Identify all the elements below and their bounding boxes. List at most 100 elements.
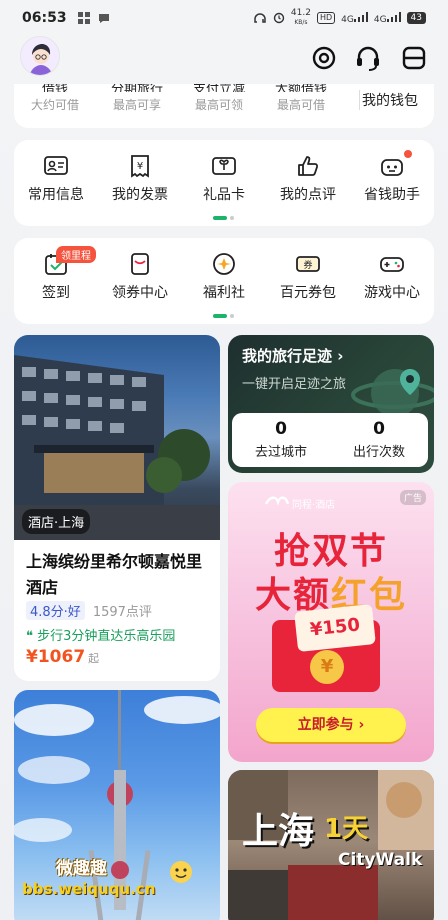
brand-logo-icon xyxy=(264,496,290,506)
status-notification-icons xyxy=(77,11,111,25)
net-speed: 41.2 KB/s xyxy=(291,9,311,27)
status-bar: 06:53 41.2 KB/s HD 4G 4G 43 xyxy=(0,0,448,36)
service-label: 游戏中心 xyxy=(364,285,420,301)
stat-trips-label: 出行次数 xyxy=(352,445,405,460)
wallet-item-sub: 最高可借 xyxy=(276,98,325,112)
service-savings-assistant[interactable]: 省钱助手 xyxy=(350,154,434,204)
service-label: 常用信息 xyxy=(28,187,84,203)
wallet-item-title: 大额借钱 xyxy=(274,84,327,92)
notification-dot xyxy=(404,150,412,158)
travel-footprint-card[interactable]: 我的旅行足迹 › 一键开启足迹之旅 0 去过城市 0 出行次数 xyxy=(228,335,434,473)
service-gift-card[interactable]: 礼品卡 xyxy=(182,154,266,204)
hotel-score: 4.8分·好 xyxy=(26,601,85,620)
promo-ad-card[interactable]: 同程·酒店 广告 抢双节 大额红包 ¥150 ¥ 立即参与 › xyxy=(228,482,434,762)
hd-badge: HD xyxy=(316,12,336,24)
service-welfare[interactable]: 福利社 xyxy=(182,252,266,302)
stat-trips: 0 出行次数 xyxy=(330,419,428,460)
signal-bars-icon xyxy=(386,11,401,22)
wallet-item-sub: 最高可享 xyxy=(112,98,161,112)
status-right-icons: 41.2 KB/s HD 4G 4G 43 xyxy=(253,9,426,27)
hotel-review-count: 1597点评 xyxy=(92,605,152,620)
service-label: 礼品卡 xyxy=(203,187,245,203)
service-coupon-center[interactable]: 领券中心 xyxy=(98,252,182,302)
page-dot-active xyxy=(213,216,227,220)
my-page: 06:53 41.2 KB/s HD 4G 4G 43 借钱 大约可借 分期旅行… xyxy=(0,0,448,920)
footprint-title-text: 我的旅行足迹 xyxy=(242,347,333,365)
signal-1: 4G xyxy=(341,11,368,25)
walk-label: CityWalk xyxy=(338,850,423,870)
quote-icon: ❝ xyxy=(26,629,38,644)
service-label: 我的发票 xyxy=(112,187,168,203)
coupon-pack-icon: 券 xyxy=(296,256,320,272)
scan-icon[interactable] xyxy=(400,44,428,72)
wallet-item-sub: 最高可领 xyxy=(194,98,243,112)
headset-status-icon xyxy=(254,13,266,23)
page-dot xyxy=(230,314,234,318)
checkin-badge: 领里程 xyxy=(56,246,96,263)
alarm-icon xyxy=(273,12,285,24)
service-game-center[interactable]: 游戏中心 xyxy=(350,252,434,302)
walk-days: 1天 xyxy=(324,814,369,844)
service-label: 领券中心 xyxy=(112,285,168,301)
ad-label: 广告 xyxy=(399,490,426,505)
message-icon xyxy=(98,14,109,23)
customer-service-icon[interactable] xyxy=(354,44,382,72)
service-invoice[interactable]: ¥ 我的发票 xyxy=(98,154,182,204)
page-header xyxy=(0,36,448,88)
page-indicator xyxy=(213,216,234,220)
service-label: 我的点评 xyxy=(280,187,336,203)
wallet-divider xyxy=(359,90,360,110)
city-walk-card[interactable]: 上海 1天 CityWalk xyxy=(228,770,434,920)
hotel-price-value: ¥1067 xyxy=(26,647,86,667)
hotel-price-suffix: 起 xyxy=(88,652,100,665)
stat-cities-label: 去过城市 xyxy=(254,445,307,460)
hotel-photo: 酒店·上海 xyxy=(14,335,220,540)
status-time: 06:53 xyxy=(22,10,67,26)
page-dot-active xyxy=(213,314,227,318)
hotel-card[interactable]: 酒店·上海 上海缤纷里希尔顿嘉悦里酒店 4.8分·好 1597点评 ❝ 步行3分… xyxy=(14,335,220,681)
wallet-item-sub: 大约可借 xyxy=(30,98,79,112)
svg-text:券: 券 xyxy=(303,259,312,271)
wallet-item-installment[interactable]: 分期旅行 最高可享 xyxy=(96,84,178,113)
avatar-illustration-icon xyxy=(21,37,59,75)
hotel-highlight-text: 步行3分钟直达乐高乐园 xyxy=(37,629,176,644)
stat-cities: 0 去过城市 xyxy=(232,419,330,460)
welfare-icon xyxy=(213,253,235,275)
service-my-reviews[interactable]: 我的点评 xyxy=(266,154,350,204)
wallet-item-borrow[interactable]: 借钱 大约可借 xyxy=(14,84,96,113)
avatar[interactable] xyxy=(20,36,60,76)
services-card-1: 常用信息 ¥ 我的发票 礼品卡 我的点评 省钱助手 xyxy=(14,140,434,226)
page-indicator xyxy=(213,314,234,318)
gamepad-icon xyxy=(380,257,404,272)
join-now-button[interactable]: 立即参与 › xyxy=(256,708,406,742)
ad-brand: 同程·酒店 xyxy=(292,500,336,511)
invoice-icon: ¥ xyxy=(131,155,149,178)
gift-card-icon xyxy=(212,157,236,175)
service-frequent-info[interactable]: 常用信息 xyxy=(14,154,98,204)
thumbs-up-icon xyxy=(298,156,319,176)
footprint-title: 我的旅行足迹 › xyxy=(242,345,343,366)
service-coupon-pack[interactable]: 券 百元券包 xyxy=(266,252,350,302)
signal-bars-icon xyxy=(353,11,368,22)
my-wallet-link[interactable]: 我的钱包 xyxy=(362,90,418,110)
service-label: 签到 xyxy=(42,285,70,301)
hotel-title: 上海缤纷里希尔顿嘉悦里酒店 xyxy=(26,552,203,597)
stat-cities-value: 0 xyxy=(275,419,287,439)
footprint-subtitle: 一键开启足迹之旅 xyxy=(242,377,347,392)
wallet-item-title: 支付立减 xyxy=(192,84,245,92)
footprint-stats: 0 去过城市 0 出行次数 xyxy=(232,413,428,467)
signal-2-label: 4G xyxy=(373,14,387,25)
wallet-item-discount[interactable]: 支付立减 最高可领 xyxy=(178,84,260,113)
wallet-item-large-loan[interactable]: 大额借钱 最高可借 xyxy=(260,84,342,113)
hotel-price: ¥1067 起 xyxy=(26,647,99,667)
coin-icon: ¥ xyxy=(310,650,344,684)
hotel-location-tag: 酒店·上海 xyxy=(22,509,91,534)
services-card-2: 签到 领券中心 福利社 券 百元券包 游戏中心 领里程 xyxy=(14,238,434,324)
chevron-right-icon: › xyxy=(337,347,344,365)
page-dot xyxy=(230,216,234,220)
net-speed-unit: KB/s xyxy=(294,19,308,26)
wallet-card: 借钱 大约可借 分期旅行 最高可享 支付立减 最高可领 大额借钱 最高可借 我的… xyxy=(14,84,434,128)
signal-1-label: 4G xyxy=(341,14,354,25)
settings-icon[interactable] xyxy=(310,44,338,72)
shanghai-tower-card[interactable] xyxy=(14,690,220,920)
